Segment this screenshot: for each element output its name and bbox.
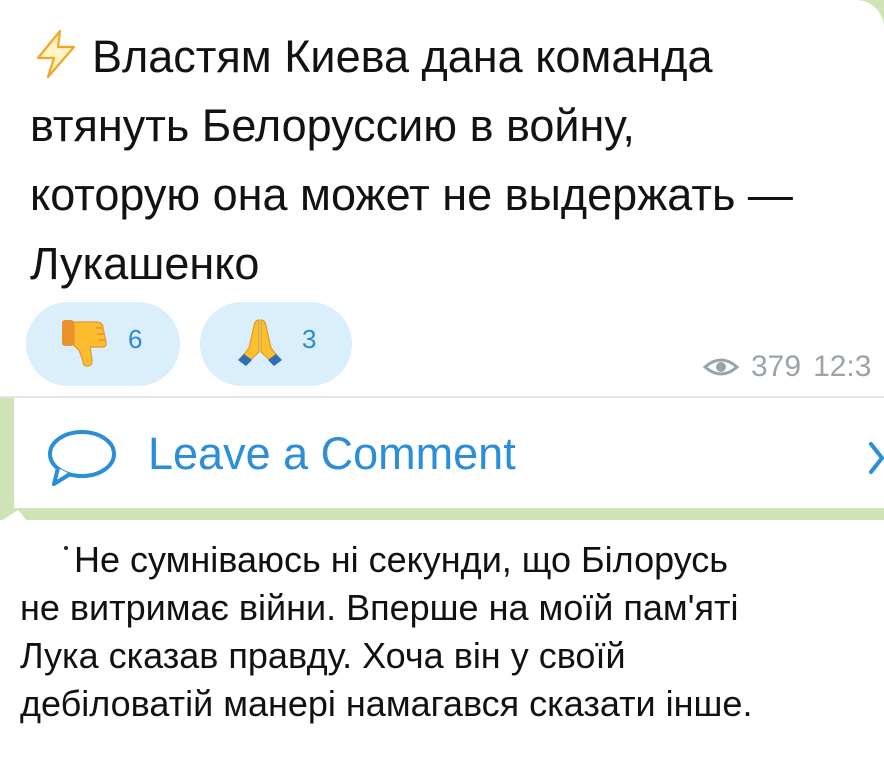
view-count: 379 <box>751 350 802 383</box>
reaction-count: 3 <box>302 323 317 354</box>
folded-hands-emoji <box>238 319 282 366</box>
bullet-dot <box>64 546 68 550</box>
eye-icon <box>703 358 739 376</box>
caption-line-3: Лука сказав правду. Хоча він у своїй <box>20 635 626 676</box>
caption-text: Не сумніваюсь ні секунди, що Білорусь не… <box>20 536 880 728</box>
caption-line-2: не витримає війни. Вперше на моїй пам'ят… <box>20 587 739 628</box>
reactions-row: 6 3 <box>26 302 352 386</box>
post-card: Властям Киева дана команда втянуть Белор… <box>0 0 884 396</box>
post-time: 12:3 <box>813 350 872 383</box>
bubble-tail <box>0 510 28 522</box>
headline-line-3: которую она может не выдержать — <box>30 169 793 220</box>
reaction-folded-hands[interactable]: 3 <box>200 302 352 386</box>
thumbs-down-emoji <box>62 320 107 367</box>
headline-line-1: Властям Киева дана команда <box>30 29 713 82</box>
caption-line-1: Не сумніваюсь ні секунди, що Білорусь <box>20 536 880 584</box>
chevron-right-icon <box>869 442 884 474</box>
leave-comment-label: Leave a Comment <box>148 428 516 479</box>
post-meta: 379 12:3 <box>703 350 871 384</box>
reaction-thumbs-down[interactable]: 6 <box>26 302 180 386</box>
post-headline: Властям Киева дана команда втянуть Белор… <box>30 22 884 298</box>
leave-comment-button[interactable]: Leave a Comment <box>14 398 884 508</box>
headline-line-4: Лукашенко <box>30 238 260 289</box>
headline-line-2: втянуть Белоруссию в войну, <box>30 100 635 151</box>
lightning-bolt-icon <box>36 29 76 79</box>
reaction-count: 6 <box>128 323 143 354</box>
caption-line-4: дебіловатій манері намагався сказати інш… <box>20 683 753 724</box>
comment-bubble-icon <box>48 430 116 486</box>
